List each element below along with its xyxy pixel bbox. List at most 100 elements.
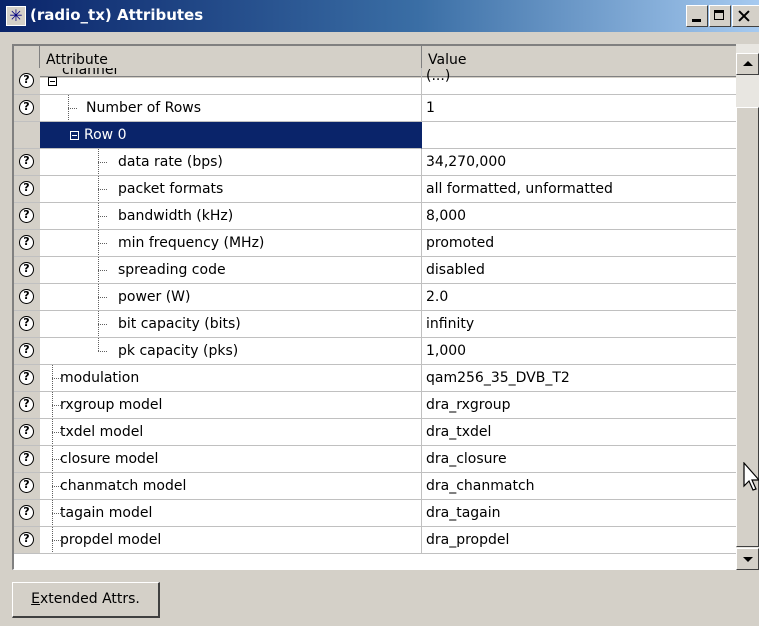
- attribute-row[interactable]: ? packet formats all formatted, unformatte…: [14, 176, 736, 203]
- attribute-cell[interactable]: chanmatch model: [40, 473, 422, 500]
- attribute-row[interactable]: ? rxgroup model dra_rxgroup: [14, 392, 736, 419]
- help-question-icon[interactable]: ?: [19, 505, 34, 520]
- value-cell[interactable]: dra_closure: [422, 446, 736, 473]
- attribute-cell[interactable]: Number of Rows: [40, 95, 422, 122]
- help-question-icon[interactable]: ?: [19, 451, 34, 466]
- attribute-cell[interactable]: packet formats: [40, 176, 422, 203]
- value-cell[interactable]: 8,000: [422, 203, 736, 230]
- attribute-row[interactable]: ? Number of Rows 1: [14, 95, 736, 122]
- attribute-label: packet formats: [118, 181, 224, 197]
- attribute-cell[interactable]: tagain model: [40, 500, 422, 527]
- value-cell[interactable]: disabled: [422, 257, 736, 284]
- attribute-label: spreading code: [118, 262, 226, 278]
- attribute-row[interactable]: ? bit capacity (bits) infinity: [14, 311, 736, 338]
- attribute-cell[interactable]: propdel model: [40, 527, 422, 554]
- attribute-row[interactable]: ? channel (...): [14, 68, 736, 95]
- help-cell: ?: [14, 392, 40, 419]
- attribute-label: bit capacity (bits): [118, 316, 241, 332]
- value-cell[interactable]: 1: [422, 95, 736, 122]
- value-cell[interactable]: 1,000: [422, 338, 736, 365]
- close-button[interactable]: [732, 5, 759, 27]
- attribute-cell[interactable]: data rate (bps): [40, 149, 422, 176]
- attribute-cell[interactable]: min frequency (MHz): [40, 230, 422, 257]
- attribute-row[interactable]: ? pk capacity (pks) 1,000: [14, 338, 736, 365]
- attribute-row[interactable]: ? closure model dra_closure: [14, 446, 736, 473]
- attribute-cell[interactable]: power (W): [40, 284, 422, 311]
- value-cell[interactable]: promoted: [422, 230, 736, 257]
- help-question-icon[interactable]: ?: [19, 532, 34, 547]
- attribute-row[interactable]: ? propdel model dra_propdel: [14, 527, 736, 554]
- extended-attrs-button[interactable]: Extended Attrs.: [12, 582, 160, 618]
- help-question-icon[interactable]: ?: [19, 424, 34, 439]
- collapse-minus-icon[interactable]: [70, 131, 79, 140]
- attribute-cell[interactable]: txdel model: [40, 419, 422, 446]
- tree-line: [98, 162, 107, 163]
- tree-line: [98, 216, 107, 217]
- scroll-up-arrow-icon[interactable]: [736, 53, 759, 75]
- help-cell: ?: [14, 68, 40, 95]
- attribute-row[interactable]: ? spreading code disabled: [14, 257, 736, 284]
- maximize-button[interactable]: [709, 5, 731, 27]
- attribute-row[interactable]: ? data rate (bps) 34,270,000: [14, 149, 736, 176]
- collapse-minus-icon[interactable]: [48, 77, 57, 86]
- value-cell[interactable]: dra_chanmatch: [422, 473, 736, 500]
- help-cell: ?: [14, 284, 40, 311]
- attribute-label: modulation: [60, 370, 140, 386]
- help-question-icon[interactable]: ?: [19, 262, 34, 277]
- minimize-button[interactable]: [686, 5, 708, 27]
- value-cell[interactable]: dra_propdel: [422, 527, 736, 554]
- help-cell: ?: [14, 230, 40, 257]
- attribute-label: Row 0: [84, 127, 127, 143]
- attribute-cell[interactable]: rxgroup model: [40, 392, 422, 419]
- value-cell[interactable]: 34,270,000: [422, 149, 736, 176]
- value-cell[interactable]: qam256_35_DVB_T2: [422, 365, 736, 392]
- attribute-cell[interactable]: pk capacity (pks): [40, 338, 422, 365]
- help-question-icon[interactable]: ?: [19, 100, 34, 115]
- attribute-label: txdel model: [60, 424, 144, 440]
- help-question-icon[interactable]: ?: [19, 478, 34, 493]
- tree-line: [98, 189, 107, 190]
- attribute-row[interactable]: ? power (W) 2.0: [14, 284, 736, 311]
- value-cell[interactable]: all formatted, unformatted: [422, 176, 736, 203]
- attribute-row[interactable]: ? min frequency (MHz) promoted: [14, 230, 736, 257]
- value-cell[interactable]: [422, 122, 736, 149]
- attribute-cell[interactable]: Row 0: [40, 122, 422, 149]
- help-question-icon[interactable]: ?: [19, 154, 34, 169]
- attribute-cell[interactable]: closure model: [40, 446, 422, 473]
- help-question-icon[interactable]: ?: [19, 235, 34, 250]
- help-question-icon[interactable]: ?: [19, 316, 34, 331]
- scroll-down-arrow-icon[interactable]: [736, 548, 759, 570]
- attribute-row[interactable]: ? modulation qam256_35_DVB_T2: [14, 365, 736, 392]
- attribute-cell[interactable]: channel: [40, 68, 422, 95]
- attribute-cell[interactable]: bit capacity (bits): [40, 311, 422, 338]
- help-question-icon[interactable]: ?: [19, 370, 34, 385]
- attribute-row[interactable]: ? chanmatch model dra_chanmatch: [14, 473, 736, 500]
- value-cell[interactable]: 2.0: [422, 284, 736, 311]
- extended-attrs-accelerator: E: [31, 591, 40, 607]
- attribute-cell[interactable]: bandwidth (kHz): [40, 203, 422, 230]
- attribute-row[interactable]: ? bandwidth (kHz) 8,000: [14, 203, 736, 230]
- asterisk-icon[interactable]: ✳: [6, 6, 26, 26]
- help-cell: ?: [14, 311, 40, 338]
- attribute-row[interactable]: Row 0: [14, 122, 736, 149]
- value-cell[interactable]: infinity: [422, 311, 736, 338]
- value-cell[interactable]: dra_txdel: [422, 419, 736, 446]
- help-question-icon[interactable]: ?: [19, 397, 34, 412]
- help-question-icon[interactable]: ?: [19, 181, 34, 196]
- value-cell[interactable]: dra_rxgroup: [422, 392, 736, 419]
- help-question-icon[interactable]: ?: [19, 289, 34, 304]
- help-question-icon[interactable]: ?: [19, 208, 34, 223]
- value-cell[interactable]: dra_tagain: [422, 500, 736, 527]
- help-cell: ?: [14, 527, 40, 554]
- attribute-cell[interactable]: modulation: [40, 365, 422, 392]
- attribute-cell[interactable]: spreading code: [40, 257, 422, 284]
- attribute-row[interactable]: ? tagain model dra_tagain: [14, 500, 736, 527]
- attribute-row[interactable]: ? txdel model dra_txdel: [14, 419, 736, 446]
- value-cell[interactable]: (...): [422, 68, 736, 95]
- tree-line: [98, 243, 107, 244]
- help-cell: ?: [14, 176, 40, 203]
- help-question-icon[interactable]: ?: [19, 343, 34, 358]
- help-question-icon[interactable]: ?: [19, 73, 34, 88]
- selection-highlight: Row 0: [40, 122, 421, 148]
- attribute-label: pk capacity (pks): [118, 343, 239, 359]
